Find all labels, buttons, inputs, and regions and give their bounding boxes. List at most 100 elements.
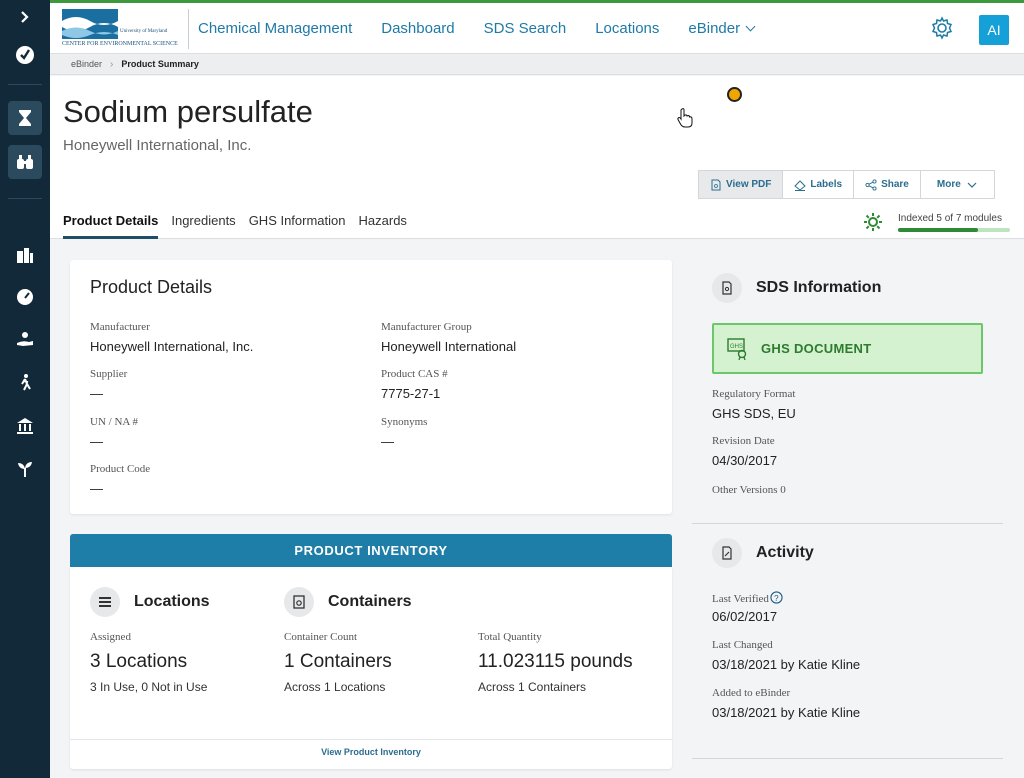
assigned-label: Assigned (90, 631, 131, 643)
home-button[interactable] (8, 38, 42, 72)
labels-button[interactable]: Labels (783, 171, 855, 198)
nav-ebinder[interactable]: eBinder (688, 20, 756, 37)
containers-icon-circle (284, 587, 314, 617)
stack-list-icon (99, 597, 111, 607)
added-to-ebinder-value: 03/18/2021 by Katie Kline (712, 705, 861, 720)
product-inventory-header: PRODUCT INVENTORY (70, 534, 672, 567)
rail-divider (8, 84, 42, 85)
index-progress-bar (898, 228, 1010, 232)
rail-item-hand[interactable] (8, 322, 42, 356)
tab-product-details[interactable]: Product Details (63, 213, 159, 239)
nav-sds-search[interactable]: SDS Search (484, 20, 567, 37)
right-divider-bottom (692, 758, 1003, 759)
activity-edit-icon (722, 546, 732, 560)
container-count-sub: Across 1 Locations (284, 680, 386, 694)
assigned-sub: 3 In Use, 0 Not in Use (90, 680, 208, 694)
regulatory-format-value: GHS SDS, EU (712, 406, 796, 421)
synonyms-value: — (381, 434, 394, 449)
nav-dashboard[interactable]: Dashboard (381, 20, 454, 37)
more-button[interactable]: More (921, 171, 994, 198)
product-code-value: — (90, 481, 103, 496)
chevron-right-icon (21, 11, 29, 23)
rail-item-person[interactable] (8, 366, 42, 400)
sds-icon-circle (712, 273, 742, 303)
share-icon (865, 178, 877, 191)
container-icon (293, 595, 305, 609)
nav-chemical-management[interactable]: Chemical Management (198, 20, 352, 37)
main-nav: Chemical Management Dashboard SDS Search… (198, 3, 783, 54)
cas-value: 7775-27-1 (381, 386, 441, 401)
helping-hand-icon (17, 332, 33, 346)
containers-title: Containers (328, 593, 412, 610)
left-rail (0, 0, 50, 778)
rail-item-binoculars[interactable] (8, 145, 42, 179)
inventory-divider (70, 739, 672, 740)
synonyms-label: Synonyms (381, 416, 428, 428)
last-changed-value: 03/18/2021 by Katie Kline (712, 657, 861, 672)
index-status: Indexed 5 of 7 modules (862, 211, 1012, 235)
locations-title: Locations (134, 593, 210, 610)
rail-item-institution[interactable] (8, 409, 42, 443)
index-progress-fill (898, 228, 978, 232)
breadcrumb-ebinder[interactable]: eBinder (71, 59, 102, 69)
product-details-card: Product Details Manufacturer Honeywell I… (70, 260, 672, 514)
activity-title: Activity (756, 544, 814, 561)
regulatory-format-label: Regulatory Format (712, 388, 796, 400)
checkmark-logo-icon (16, 46, 34, 64)
logo-divider (188, 9, 189, 49)
institution-icon (17, 418, 33, 434)
view-pdf-button[interactable]: View PDF (699, 171, 784, 198)
gear-icon[interactable] (930, 16, 954, 40)
supplier-label: Supplier (90, 368, 128, 380)
total-quantity-sub: Across 1 Containers (478, 680, 587, 694)
last-verified-text: Last Verified (712, 593, 769, 605)
ghs-document-icon: GHS (727, 338, 747, 360)
sds-information-title: SDS Information (756, 279, 882, 296)
logo-university-text: University of Maryland (120, 29, 168, 34)
tab-ingredients[interactable]: Ingredients (171, 213, 235, 239)
labels-label: Labels (810, 179, 843, 190)
last-changed-label: Last Changed (712, 639, 773, 651)
expand-rail-button[interactable] (8, 0, 42, 34)
rail-item-buildings[interactable] (8, 238, 42, 272)
product-code-label: Product Code (90, 463, 151, 475)
view-product-inventory-link[interactable]: View Product Inventory (70, 747, 672, 757)
container-count-value: 1 Containers (284, 651, 392, 672)
hourglass-icon (19, 110, 31, 126)
buildings-icon (17, 248, 33, 263)
more-label: More (936, 179, 961, 190)
total-quantity-label: Total Quantity (478, 631, 542, 643)
ghs-document-button[interactable]: GHS GHS DOCUMENT (712, 323, 983, 374)
activity-icon-circle (712, 538, 742, 568)
user-avatar[interactable]: AI (979, 15, 1009, 45)
manufacturer-label: Manufacturer (90, 321, 150, 333)
tab-ghs-information[interactable]: GHS Information (249, 213, 346, 239)
tab-hazards[interactable]: Hazards (359, 213, 407, 239)
notification-dot (727, 87, 742, 102)
chevron-down-icon (967, 182, 977, 188)
product-header: Sodium persulfate Honeywell Internationa… (50, 76, 1024, 239)
breadcrumb: eBinder › Product Summary (50, 54, 1024, 75)
supplier-value: — (90, 386, 103, 401)
sprout-icon (18, 462, 32, 477)
umces-logo[interactable]: University of Maryland CENTER FOR ENVIRO… (62, 9, 178, 49)
rail-item-sprout[interactable] (8, 452, 42, 486)
rail-item-hourglass[interactable] (8, 101, 42, 135)
chevron-down-icon (745, 21, 756, 32)
rail-item-gauge[interactable] (8, 280, 42, 314)
last-verified-label: Last Verified? (712, 591, 783, 605)
logo-center-text: CENTER FOR ENVIRONMENTAL SCIENCE (62, 41, 178, 47)
molecule-gear-icon (864, 213, 882, 231)
share-button[interactable]: Share (854, 171, 921, 198)
rail-divider (8, 198, 42, 199)
last-verified-value: 06/02/2017 (712, 609, 778, 624)
help-icon[interactable]: ? (770, 591, 783, 604)
hand-cursor-icon (677, 108, 693, 128)
un-na-value: — (90, 434, 103, 449)
nav-locations[interactable]: Locations (595, 20, 659, 37)
walking-person-icon (21, 374, 31, 391)
gauge-icon (17, 289, 33, 305)
pdf-file-icon (711, 179, 721, 190)
action-button-group: View PDF Labels Share More (698, 170, 995, 199)
other-versions-link[interactable]: Other Versions 0 (712, 484, 786, 496)
